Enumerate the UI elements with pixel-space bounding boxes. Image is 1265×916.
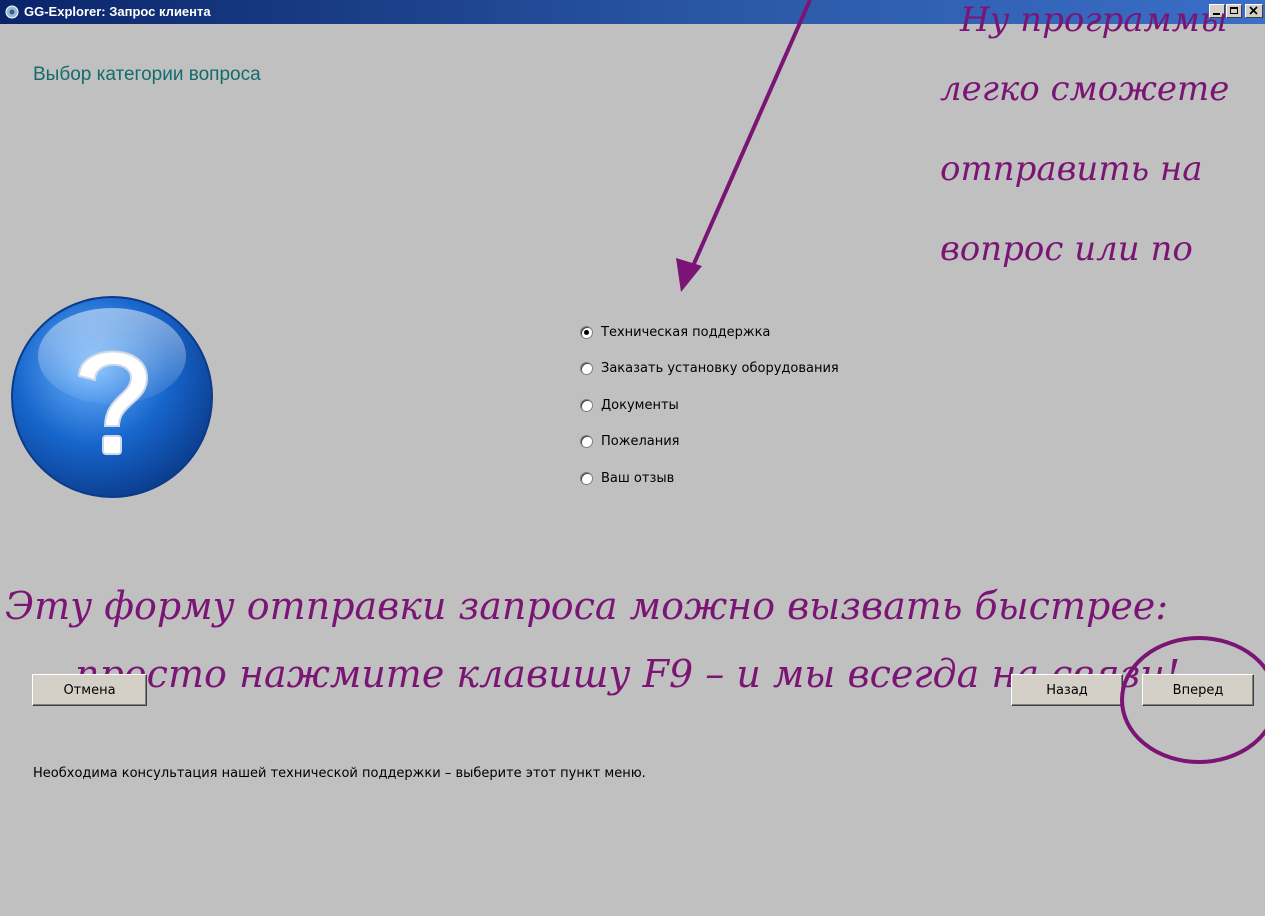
annotation-side-line: легко сможете (940, 69, 1230, 109)
app-icon (5, 5, 19, 19)
annotation-line-1: Эту форму отправки запроса можно вызвать… (5, 584, 1169, 628)
radio-option[interactable]: Документы (580, 387, 839, 424)
radio-option[interactable]: Заказать установку оборудования (580, 351, 839, 388)
option-description: Необходима консультация нашей техническо… (33, 766, 646, 781)
annotation-side-line: Ну программы (960, 0, 1228, 40)
radio-label: Документы (601, 397, 679, 413)
dialog-content: Выбор категории вопроса Техническая подд… (0, 0, 1265, 916)
radio-button[interactable] (580, 471, 593, 485)
radio-option[interactable]: Техническая поддержка (580, 314, 839, 351)
page-title: Выбор категории вопроса (33, 64, 261, 85)
cancel-button[interactable]: Отмена (32, 674, 147, 706)
dialog-window: GG-Explorer: Запрос клиента Выбор катего… (0, 0, 1265, 916)
next-button[interactable]: Вперед (1142, 674, 1254, 706)
maximize-icon (1230, 7, 1238, 14)
annotation-side-line: вопрос или по (940, 229, 1193, 269)
radio-option[interactable]: Пожелания (580, 424, 839, 461)
close-icon (1249, 6, 1258, 15)
radio-label: Заказать установку оборудования (601, 361, 839, 377)
back-button[interactable]: Назад (1011, 674, 1123, 706)
radio-option[interactable]: Ваш отзыв (580, 460, 839, 497)
maximize-button[interactable] (1226, 4, 1242, 18)
radio-label: Техническая поддержка (601, 324, 771, 340)
close-button[interactable] (1245, 4, 1263, 18)
radio-selected-dot (584, 329, 589, 335)
radio-button[interactable] (580, 362, 593, 376)
window-title: GG-Explorer: Запрос клиента (24, 4, 211, 19)
radio-label: Ваш отзыв (601, 470, 675, 486)
radio-button[interactable] (580, 325, 593, 339)
radio-label: Пожелания (601, 434, 680, 450)
radio-button[interactable] (580, 398, 593, 412)
annotation-side-line: отправить на (940, 149, 1203, 189)
radio-button[interactable] (580, 435, 593, 449)
category-radio-group: Техническая поддержка Заказать установку … (580, 314, 839, 497)
question-mark-icon (11, 296, 213, 498)
